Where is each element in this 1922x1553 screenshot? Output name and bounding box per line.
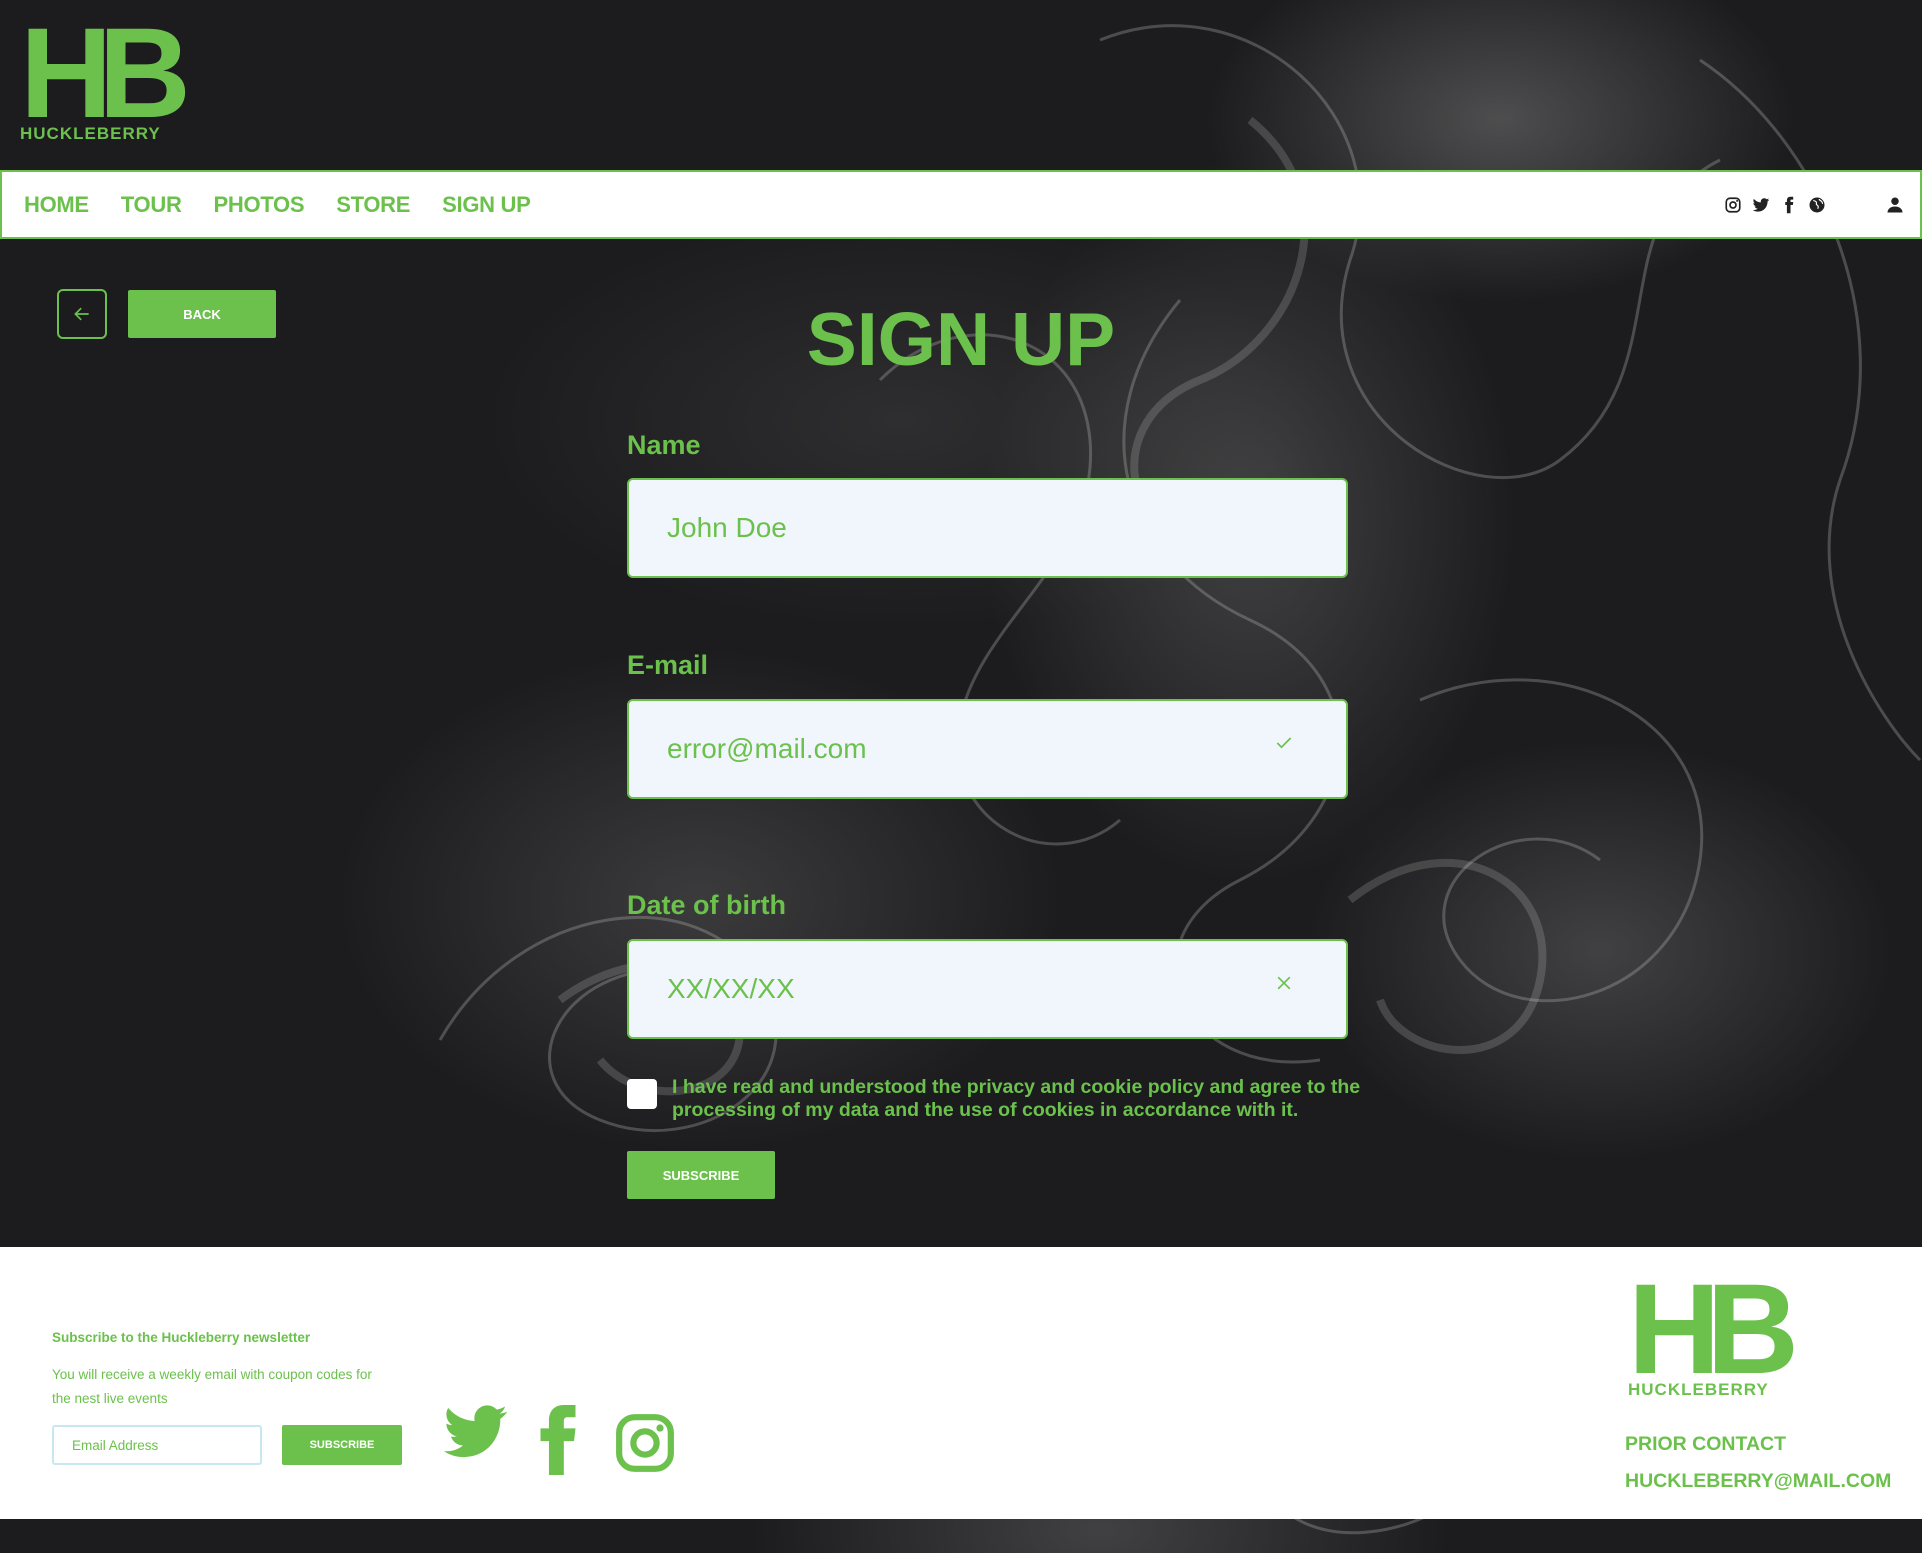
twitter-icon[interactable] (444, 1405, 508, 1459)
consent-text: I have read and understood the privacy a… (672, 1076, 1361, 1121)
page-title: SIGN UP (0, 296, 1922, 382)
clear-icon[interactable] (1274, 973, 1294, 993)
nav-item-tour[interactable]: TOUR (121, 192, 182, 218)
logo-letter-b: B (1706, 1258, 1799, 1401)
nav-links: HOME TOUR PHOTOS STORE SIGN UP (24, 192, 563, 218)
email-label: E-mail (627, 650, 709, 680)
dob-label: Date of birth (627, 890, 786, 920)
logo-wordmark: HUCKLEBERRY (1628, 1380, 1769, 1399)
newsletter-email-input[interactable] (52, 1425, 262, 1465)
instagram-icon[interactable] (1724, 196, 1742, 214)
name-field[interactable]: John Doe (627, 478, 1348, 578)
logo-letter-h: H (20, 2, 113, 145)
logo-letter-h: H (1628, 1258, 1721, 1401)
contact-label: PRIOR CONTACT (1625, 1433, 1787, 1455)
subscribe-button[interactable]: SUBSCRIBE (627, 1151, 775, 1199)
page-title-text: SIGN UP (806, 297, 1116, 381)
instagram-icon[interactable] (614, 1412, 676, 1474)
email-field[interactable]: error@mail.com (627, 699, 1348, 799)
twitter-icon[interactable] (1752, 196, 1770, 214)
newsletter-title: Subscribe to the Huckleberry newsletter (52, 1330, 311, 1345)
user-icon[interactable] (1886, 196, 1904, 214)
logo-letter-b: B (98, 2, 191, 145)
newsletter-description: You will receive a weekly email with cou… (52, 1367, 372, 1406)
name-field-value: John Doe (667, 512, 787, 543)
facebook-icon[interactable] (1780, 196, 1798, 214)
nav-social-icons (1724, 196, 1826, 214)
newsletter-subscribe-button[interactable]: SUBSCRIBE (282, 1425, 402, 1465)
logo-wordmark: HUCKLEBERRY (20, 124, 161, 143)
name-label: Name (627, 430, 701, 460)
facebook-icon[interactable] (540, 1405, 576, 1475)
header-logo[interactable]: H B HUCKLEBERRY (20, 2, 191, 145)
nav-item-sign-up[interactable]: SIGN UP (442, 192, 531, 218)
nav-item-photos[interactable]: PHOTOS (214, 192, 305, 218)
nav-item-store[interactable]: STORE (336, 192, 410, 218)
nav-item-home[interactable]: HOME (24, 192, 89, 218)
check-icon (1276, 737, 1292, 749)
consent-checkbox[interactable] (627, 1079, 657, 1109)
footer-logo[interactable]: H B HUCKLEBERRY (1628, 1258, 1799, 1401)
footer: Subscribe to the Huckleberry newsletter … (0, 1247, 1922, 1519)
main-navbar: HOME TOUR PHOTOS STORE SIGN UP (0, 170, 1922, 239)
dob-field[interactable]: XX/XX/XX (627, 939, 1348, 1039)
contact-email-link[interactable]: HUCKLEBERRY@MAIL.COM (1625, 1470, 1891, 1493)
email-field-value: error@mail.com (667, 733, 867, 764)
dob-field-value: XX/XX/XX (667, 973, 795, 1004)
globe-icon[interactable] (1808, 196, 1826, 214)
